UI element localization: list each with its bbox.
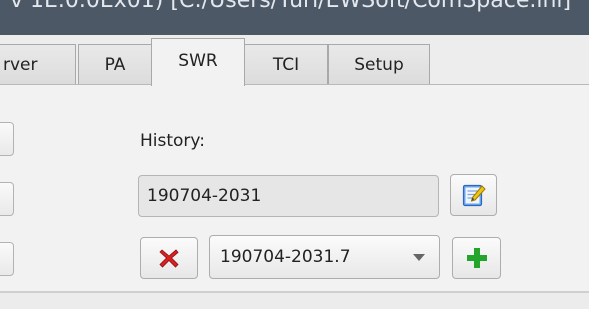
delete-history-button[interactable] xyxy=(140,237,198,279)
tab-server[interactable]: rver xyxy=(0,44,76,84)
edit-note-icon xyxy=(462,184,486,207)
tab-setup[interactable]: Setup xyxy=(328,44,430,84)
edit-history-button[interactable] xyxy=(450,174,497,216)
history-select[interactable]: 190704-2031.7 xyxy=(209,235,440,279)
add-history-button[interactable] xyxy=(452,237,501,279)
window-title: v 1E.0.0Ex01) [C:/Users/Yuri/EWSoft/ComS… xyxy=(10,0,572,13)
tab-tci[interactable]: TCI xyxy=(244,44,328,84)
clipped-left-button[interactable] xyxy=(0,122,14,156)
history-select-value: 190704-2031.7 xyxy=(220,247,351,267)
window-title-bar: v 1E.0.0Ex01) [C:/Users/Yuri/EWSoft/ComS… xyxy=(0,0,589,35)
clipped-left-button[interactable] xyxy=(0,242,14,276)
tab-swr[interactable]: SWR xyxy=(151,38,245,86)
green-plus-icon xyxy=(466,248,487,268)
red-x-icon xyxy=(159,249,179,268)
bottom-area xyxy=(0,293,589,309)
history-label: History: xyxy=(140,131,205,151)
history-name-field[interactable]: 190704-2031 xyxy=(138,175,439,217)
clipped-left-button[interactable] xyxy=(0,182,14,216)
tab-pa[interactable]: PA xyxy=(78,44,152,84)
dropdown-arrow-icon xyxy=(413,254,425,261)
